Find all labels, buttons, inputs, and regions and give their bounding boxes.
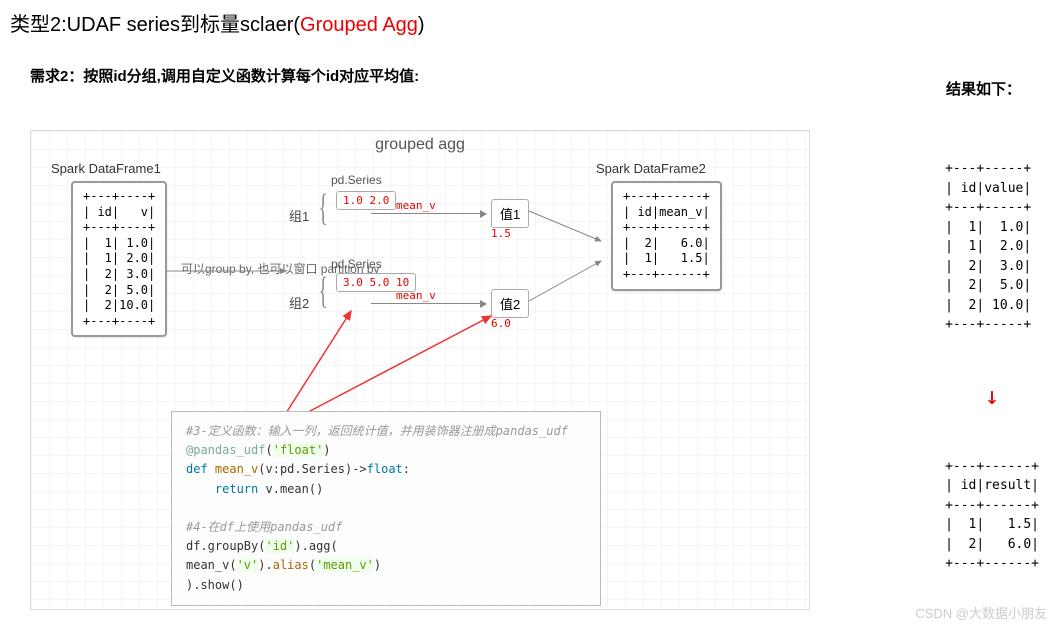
code-l5e: (: [309, 558, 316, 572]
code-box: #3-定义函数：输入一列，返回统计值，并用装饰器注册成pandas_udf @p…: [171, 411, 601, 606]
meanv2-label: mean_v: [396, 289, 436, 302]
code-l5f: 'mean_v': [316, 558, 374, 572]
val1-num: 1.5: [491, 227, 511, 240]
group1-label: 组1: [289, 206, 309, 225]
series2-label: pd.Series: [331, 257, 382, 271]
df1-box: +---+----+ | id| v| +---+----+ | 1| 1.0|…: [71, 181, 167, 337]
code-l6: ).show(): [186, 578, 244, 592]
down-arrow-icon: ↓: [945, 378, 1039, 414]
title-prefix: 类型2:UDAF series到标量sclaer(: [10, 14, 300, 36]
result-table2: +---+------+ | id|result| +---+------+ |…: [945, 457, 1039, 574]
val1-box: 值1: [491, 199, 529, 228]
subtitle: 需求2：按照id分组,调用自定义函数计算每个id对应平均值:: [0, 45, 1059, 96]
code-l5a: mean_v(: [186, 558, 237, 572]
result-table1: +---+-----+ | id|value| +---+-----+ | 1|…: [945, 159, 1039, 335]
diagram-canvas: grouped agg Spark DataFrame1 +---+----+ …: [30, 130, 810, 610]
code-comment1: #3-定义函数：输入一列，返回统计值，并用装饰器注册成pandas_udf: [186, 424, 568, 438]
code-comment2: #4-在df上使用pandas_udf: [186, 520, 342, 534]
code-return: return: [215, 482, 258, 496]
title-red: Grouped Agg: [300, 14, 418, 36]
meanv1-label: mean_v: [396, 199, 436, 212]
val2-box: 值2: [491, 289, 529, 318]
code-decorator: @pandas_udf: [186, 443, 265, 457]
result-label: 结果如下：: [946, 78, 1021, 99]
code-rtype: float: [367, 462, 403, 476]
diagram-title: grouped agg: [31, 131, 809, 154]
brace2-icon: {: [319, 269, 328, 313]
code-sig1: (v:pd.Series)->: [258, 462, 366, 476]
title-suffix: ): [418, 14, 425, 36]
arrow2: [371, 303, 486, 304]
code-l4b: 'id': [265, 539, 294, 553]
code-l5c: ).: [258, 558, 272, 572]
df2-box: +---+------+ | id|mean_v| +---+------+ |…: [611, 181, 722, 291]
code-fn: mean_v: [215, 462, 258, 476]
watermark: CSDN @大数据小朋友: [915, 603, 1047, 622]
code-def: def: [186, 462, 208, 476]
val2-num: 6.0: [491, 317, 511, 330]
group2-label: 组2: [289, 293, 309, 312]
code-l4a: df.groupBy(: [186, 539, 265, 553]
series1-label: pd.Series: [331, 173, 382, 187]
code-l4c: ).agg(: [294, 539, 337, 553]
brace1-icon: {: [319, 186, 328, 230]
code-sig2: :: [403, 462, 410, 476]
code-l5b: 'v': [237, 558, 259, 572]
df2-label: Spark DataFrame2: [596, 161, 706, 176]
series1-box: 1.0 2.0: [336, 191, 396, 210]
page-title: 类型2:UDAF series到标量sclaer(Grouped Agg): [0, 0, 1059, 45]
code-deco-arg: 'float': [273, 443, 324, 457]
df1-label: Spark DataFrame1: [51, 161, 161, 176]
result-tables: +---+-----+ | id|value| +---+-----+ | 1|…: [945, 120, 1039, 593]
code-l5g: ): [374, 558, 381, 572]
arrow1: [371, 213, 486, 214]
code-l5d: alias: [273, 558, 309, 572]
code-body: v.mean(): [258, 482, 323, 496]
